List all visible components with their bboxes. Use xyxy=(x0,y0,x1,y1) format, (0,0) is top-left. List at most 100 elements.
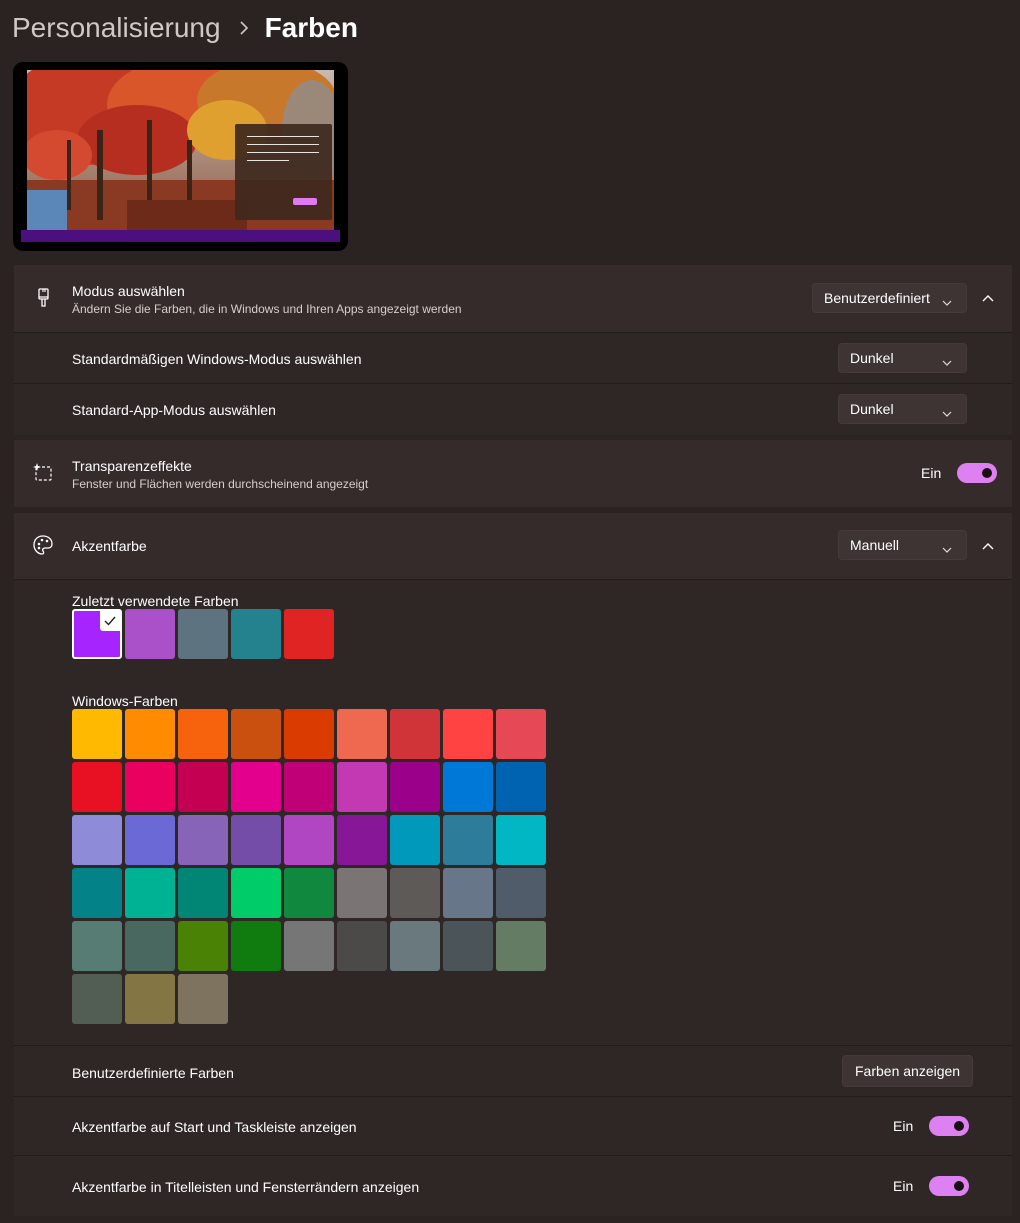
windows-color-swatch[interactable] xyxy=(337,815,387,865)
collapse-chevron-up-icon[interactable] xyxy=(981,291,995,305)
windows-color-swatch[interactable] xyxy=(284,709,334,759)
collapse-chevron-up-icon[interactable] xyxy=(981,539,995,553)
windows-color-swatch[interactable] xyxy=(125,974,175,1024)
windows-color-swatch[interactable] xyxy=(178,974,228,1024)
chevron-down-icon xyxy=(942,541,952,557)
windows-color-swatch[interactable] xyxy=(231,709,281,759)
app-mode-dropdown[interactable]: Dunkel xyxy=(838,394,967,424)
transparency-toggle-group: Ein xyxy=(921,463,998,483)
recent-color-swatch[interactable] xyxy=(231,609,281,659)
windows-color-swatch[interactable] xyxy=(231,815,281,865)
windows-color-swatch[interactable] xyxy=(125,868,175,918)
mode-header-row[interactable]: Modus auswählen Ändern Sie die Farben, d… xyxy=(14,265,1012,332)
windows-color-swatch[interactable] xyxy=(390,921,440,971)
app-mode-row: Standard-App-Modus auswählen Dunkel xyxy=(14,383,1012,435)
transparency-description: Fenster und Flächen werden durchscheinen… xyxy=(72,477,369,491)
chevron-down-icon xyxy=(942,294,952,310)
windows-color-swatch[interactable] xyxy=(284,762,334,812)
windows-color-swatch[interactable] xyxy=(390,815,440,865)
windows-color-swatch[interactable] xyxy=(337,868,387,918)
windows-color-swatch[interactable] xyxy=(390,709,440,759)
preview-accent-button xyxy=(293,198,317,205)
windows-color-swatch[interactable] xyxy=(178,762,228,812)
windows-color-swatch[interactable] xyxy=(337,709,387,759)
mode-dropdown-value: Benutzerdefiniert xyxy=(824,290,930,306)
recent-color-swatch[interactable] xyxy=(125,609,175,659)
transparency-title: Transparenzeffekte xyxy=(72,458,192,474)
windows-color-swatch[interactable] xyxy=(496,709,546,759)
windows-color-swatch[interactable] xyxy=(496,868,546,918)
windows-color-swatch[interactable] xyxy=(72,974,122,1024)
mode-title: Modus auswählen xyxy=(72,283,185,299)
windows-color-swatch[interactable] xyxy=(284,815,334,865)
windows-color-swatch[interactable] xyxy=(390,762,440,812)
mode-description: Ändern Sie die Farben, die in Windows un… xyxy=(72,302,462,316)
accent-title: Akzentfarbe xyxy=(72,538,147,554)
windows-mode-dropdown[interactable]: Dunkel xyxy=(838,343,967,373)
recent-color-swatch[interactable] xyxy=(178,609,228,659)
windows-color-swatch[interactable] xyxy=(390,868,440,918)
start-taskbar-toggle[interactable] xyxy=(929,1116,970,1136)
windows-color-swatch[interactable] xyxy=(72,762,122,812)
windows-color-swatch[interactable] xyxy=(284,921,334,971)
app-mode-label: Standard-App-Modus auswählen xyxy=(72,402,276,418)
windows-color-swatch[interactable] xyxy=(496,762,546,812)
windows-color-swatch[interactable] xyxy=(125,815,175,865)
transparency-toggle-label: Ein xyxy=(921,465,942,481)
palette-icon xyxy=(32,534,54,556)
accent-dropdown[interactable]: Manuell xyxy=(838,530,967,560)
windows-color-swatch[interactable] xyxy=(72,868,122,918)
start-taskbar-row: Akzentfarbe auf Start und Taskleiste anz… xyxy=(14,1096,1012,1156)
recent-color-swatch[interactable] xyxy=(72,609,122,659)
windows-color-swatch[interactable] xyxy=(72,921,122,971)
custom-colors-label: Benutzerdefinierte Farben xyxy=(72,1065,234,1081)
theme-preview xyxy=(13,62,348,251)
mode-dropdown[interactable]: Benutzerdefiniert xyxy=(812,283,967,313)
app-mode-value: Dunkel xyxy=(850,401,894,417)
windows-color-swatch[interactable] xyxy=(231,762,281,812)
windows-color-swatch[interactable] xyxy=(125,762,175,812)
start-taskbar-toggle-label: Ein xyxy=(893,1118,914,1134)
transparency-toggle[interactable] xyxy=(957,463,998,483)
windows-color-swatch[interactable] xyxy=(231,868,281,918)
windows-color-swatch[interactable] xyxy=(443,868,493,918)
page-title: Farben xyxy=(264,12,358,43)
accent-header-row[interactable]: Akzentfarbe Manuell xyxy=(14,513,1012,579)
transparency-sparkle-icon xyxy=(32,462,54,484)
windows-color-swatch[interactable] xyxy=(178,709,228,759)
custom-colors-row: Benutzerdefinierte Farben Farben anzeige… xyxy=(14,1045,1012,1097)
windows-color-swatch[interactable] xyxy=(443,709,493,759)
recent-color-swatch[interactable] xyxy=(284,609,334,659)
windows-color-swatch[interactable] xyxy=(72,815,122,865)
windows-color-swatch[interactable] xyxy=(125,921,175,971)
windows-color-swatch[interactable] xyxy=(125,709,175,759)
windows-color-swatch[interactable] xyxy=(337,762,387,812)
titlebar-toggle-label: Ein xyxy=(893,1178,914,1194)
windows-color-swatch[interactable] xyxy=(178,921,228,971)
titlebar-row: Akzentfarbe in Titelleisten und Fensterr… xyxy=(14,1155,1012,1216)
windows-color-swatch[interactable] xyxy=(496,815,546,865)
accent-colors-panel: Zuletzt verwendete Farben Windows-Farben xyxy=(14,579,1012,1046)
windows-color-swatch[interactable] xyxy=(443,762,493,812)
windows-color-swatch[interactable] xyxy=(496,921,546,971)
start-taskbar-label: Akzentfarbe auf Start und Taskleiste anz… xyxy=(72,1119,357,1135)
windows-color-swatch[interactable] xyxy=(284,868,334,918)
start-taskbar-toggle-group: Ein xyxy=(893,1116,970,1136)
windows-color-swatch[interactable] xyxy=(72,709,122,759)
windows-color-swatch[interactable] xyxy=(337,921,387,971)
titlebar-toggle[interactable] xyxy=(929,1176,970,1196)
chevron-down-icon xyxy=(942,405,952,421)
windows-color-swatch[interactable] xyxy=(231,921,281,971)
windows-color-swatch[interactable] xyxy=(443,815,493,865)
show-colors-button[interactable]: Farben anzeigen xyxy=(842,1055,974,1087)
breadcrumb-personalisierung[interactable]: Personalisierung xyxy=(12,12,221,44)
checkmark-icon xyxy=(100,611,120,631)
windows-color-swatch[interactable] xyxy=(178,868,228,918)
mode-card: Modus auswählen Ändern Sie die Farben, d… xyxy=(14,265,1012,435)
windows-mode-label: Standardmäßigen Windows-Modus auswählen xyxy=(72,351,362,367)
preview-taskbar xyxy=(21,230,340,242)
windows-color-swatch[interactable] xyxy=(178,815,228,865)
transparency-card: Transparenzeffekte Fenster und Flächen w… xyxy=(14,440,1012,507)
windows-color-swatch[interactable] xyxy=(443,921,493,971)
windows-mode-row: Standardmäßigen Windows-Modus auswählen … xyxy=(14,332,1012,384)
